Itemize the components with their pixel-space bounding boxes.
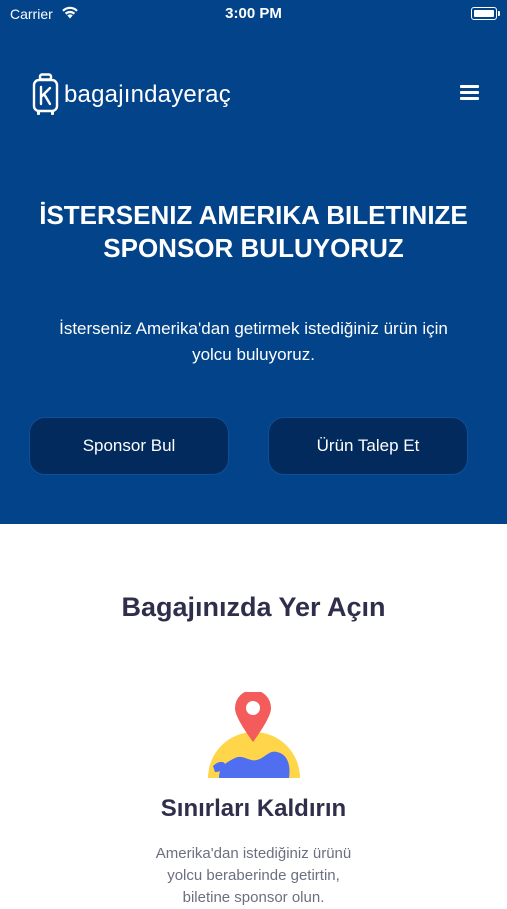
feature-description: Amerika'dan istediğiniz ürünü yolcu bera… bbox=[120, 843, 387, 909]
feature-description-line: Amerika'dan istediğiniz ürünü bbox=[155, 845, 352, 862]
hero-subtitle-line: yolcu buluyoruz. bbox=[192, 345, 315, 364]
globe-location-pin-icon bbox=[208, 692, 300, 778]
feature-title: Sınırları Kaldırın bbox=[160, 795, 347, 822]
hero-section: Carrier 3:00 PM bagajındayeraç İSTERSENI… bbox=[0, 0, 507, 524]
brand-logo[interactable]: bagajındayeraç bbox=[32, 73, 231, 117]
feature-description-line: yolcu beraberinde getirtin, bbox=[167, 867, 340, 884]
hero-title-line: İSTERSENIZ AMERIKA BILETINIZE bbox=[39, 200, 468, 230]
hamburger-menu-icon[interactable] bbox=[460, 85, 479, 100]
feature-description-line: biletine sponsor olun. bbox=[182, 889, 325, 906]
status-bar: Carrier 3:00 PM bbox=[0, 0, 507, 28]
section-title: Bagajınızda Yer Açın bbox=[121, 592, 386, 622]
hero-subtitle: İsterseniz Amerika'dan getirmek istediği… bbox=[20, 316, 487, 368]
status-time: 3:00 PM bbox=[225, 5, 282, 22]
hero-title-line: SPONSOR BULUYORUZ bbox=[103, 233, 404, 263]
sponsor-bul-button[interactable]: Sponsor Bul bbox=[29, 417, 229, 475]
urun-talep-et-button[interactable]: Ürün Talep Et bbox=[268, 417, 468, 475]
battery-icon bbox=[471, 7, 500, 20]
suitcase-logo-icon bbox=[32, 73, 59, 115]
hero-title: İSTERSENIZ AMERIKA BILETINIZE SPONSOR BU… bbox=[0, 199, 507, 265]
brand-name: bagajındayeraç bbox=[64, 81, 231, 108]
hero-subtitle-line: İsterseniz Amerika'dan getirmek istediği… bbox=[59, 319, 448, 338]
